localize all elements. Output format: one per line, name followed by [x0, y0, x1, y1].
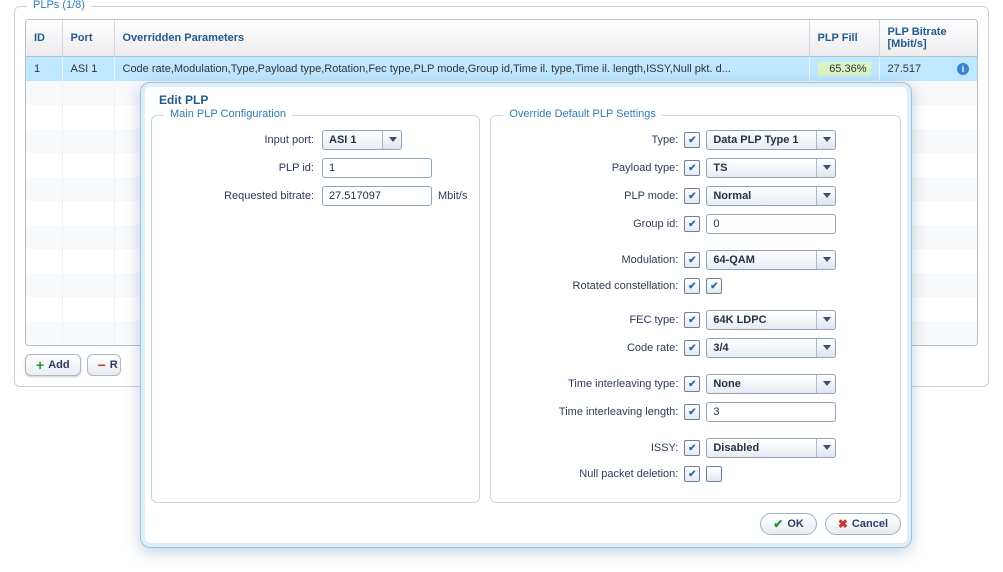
override-settings-panel: Override Default PLP Settings Type: Data…	[490, 115, 901, 503]
checkbox-tillen[interactable]	[684, 404, 700, 420]
cancel-button[interactable]: ✖ Cancel	[825, 513, 901, 535]
input-port-select[interactable]: ASI 1	[322, 130, 402, 150]
col-fill[interactable]: PLP Fill	[809, 20, 879, 57]
checkbox-tiltype[interactable]	[684, 376, 700, 392]
code-rate-select[interactable]: 3/4	[706, 338, 836, 358]
check-icon: ✔	[773, 517, 783, 531]
dialog-button-bar: ✔ OK ✖ Cancel	[151, 513, 901, 535]
til-type-select[interactable]: None	[706, 374, 836, 394]
col-params[interactable]: Overridden Parameters	[114, 20, 809, 57]
fec-select[interactable]: 64K LDPC	[706, 310, 836, 330]
chevron-down-icon	[823, 345, 831, 350]
checkbox-cr[interactable]	[684, 340, 700, 356]
app-root: PLPs (1/8) ID Port Overridden Parameters…	[0, 0, 1003, 401]
table-row[interactable]: 1 ASI 1 Code rate,Modulation,Type,Payloa…	[26, 57, 977, 82]
til-length-input[interactable]: 3	[706, 402, 836, 422]
edit-plp-dialog: Edit PLP Main PLP Configuration Input po…	[140, 82, 912, 548]
add-button[interactable]: + Add	[25, 354, 81, 376]
chevron-down-icon	[823, 193, 831, 198]
cell-id: 1	[26, 57, 62, 82]
req-bitrate-input[interactable]: 27.517097	[322, 186, 432, 206]
remove-button[interactable]: − R	[87, 354, 121, 376]
main-plp-config-title: Main PLP Configuration	[164, 108, 292, 120]
checkbox-group[interactable]	[684, 216, 700, 232]
cell-bitrate: 27.517i	[879, 57, 977, 82]
minus-icon: −	[98, 358, 106, 372]
label-tillen: Time interleaving length:	[503, 406, 684, 418]
checkbox-nullpkt-value[interactable]	[706, 466, 722, 482]
checkbox-mod[interactable]	[684, 252, 700, 268]
label-mode: PLP mode:	[503, 190, 684, 202]
modulation-select[interactable]: 64-QAM	[706, 250, 836, 270]
label-req-bitrate: Requested bitrate:	[164, 190, 322, 202]
label-issy: ISSY:	[503, 442, 684, 454]
mode-select[interactable]: Normal	[706, 186, 836, 206]
col-id[interactable]: ID	[26, 20, 62, 57]
cell-port: ASI 1	[62, 57, 114, 82]
chevron-down-icon	[823, 257, 831, 262]
plp-id-input[interactable]: 1	[322, 158, 432, 178]
info-icon[interactable]: i	[957, 63, 969, 75]
chevron-down-icon	[823, 317, 831, 322]
label-payload: Payload type:	[503, 162, 684, 174]
group-input[interactable]: 0	[706, 214, 836, 234]
remove-button-label: R	[110, 359, 118, 371]
checkbox-rot-value[interactable]	[706, 278, 722, 294]
label-input-port: Input port:	[164, 134, 322, 146]
plus-icon: +	[36, 358, 44, 372]
chevron-down-icon	[823, 165, 831, 170]
label-group: Group id:	[503, 218, 684, 230]
unit-mbits: Mbit/s	[438, 190, 467, 202]
cell-params: Code rate,Modulation,Type,Payload type,R…	[114, 57, 809, 82]
payload-select[interactable]: TS	[706, 158, 836, 178]
main-plp-config-panel: Main PLP Configuration Input port: ASI 1…	[151, 115, 480, 503]
label-rot: Rotated constellation:	[503, 280, 684, 292]
col-bitrate[interactable]: PLP Bitrate [Mbit/s]	[879, 20, 977, 57]
plps-section-title: PLPs (1/8)	[27, 0, 91, 11]
type-select[interactable]: Data PLP Type 1	[706, 130, 836, 150]
override-settings-title: Override Default PLP Settings	[503, 108, 662, 120]
checkbox-type[interactable]	[684, 132, 700, 148]
label-plp-id: PLP id:	[164, 162, 322, 174]
add-button-label: Add	[48, 359, 69, 371]
checkbox-payload[interactable]	[684, 160, 700, 176]
chevron-down-icon	[823, 137, 831, 142]
checkbox-fec[interactable]	[684, 312, 700, 328]
cancel-button-label: Cancel	[852, 518, 888, 530]
cell-fill: 65.36%	[809, 57, 879, 82]
label-fec: FEC type:	[503, 314, 684, 326]
ok-button[interactable]: ✔ OK	[760, 513, 817, 535]
checkbox-nullpkt-enable[interactable]	[684, 466, 700, 482]
label-type: Type:	[503, 134, 684, 146]
col-port[interactable]: Port	[62, 20, 114, 57]
issy-select[interactable]: Disabled	[706, 438, 836, 458]
label-mod: Modulation:	[503, 254, 684, 266]
checkbox-mode[interactable]	[684, 188, 700, 204]
checkbox-issy[interactable]	[684, 440, 700, 456]
fill-value: 65.36%	[818, 62, 871, 76]
close-icon: ✖	[838, 517, 848, 531]
label-tiltype: Time interleaving type:	[503, 378, 684, 390]
chevron-down-icon	[389, 137, 397, 142]
chevron-down-icon	[823, 445, 831, 450]
grid-header-row: ID Port Overridden Parameters PLP Fill P…	[26, 20, 977, 57]
label-cr: Code rate:	[503, 342, 684, 354]
label-nullpkt: Null packet deletion:	[503, 468, 684, 480]
chevron-down-icon	[823, 381, 831, 386]
ok-button-label: OK	[787, 518, 804, 530]
checkbox-rot-enable[interactable]	[684, 278, 700, 294]
